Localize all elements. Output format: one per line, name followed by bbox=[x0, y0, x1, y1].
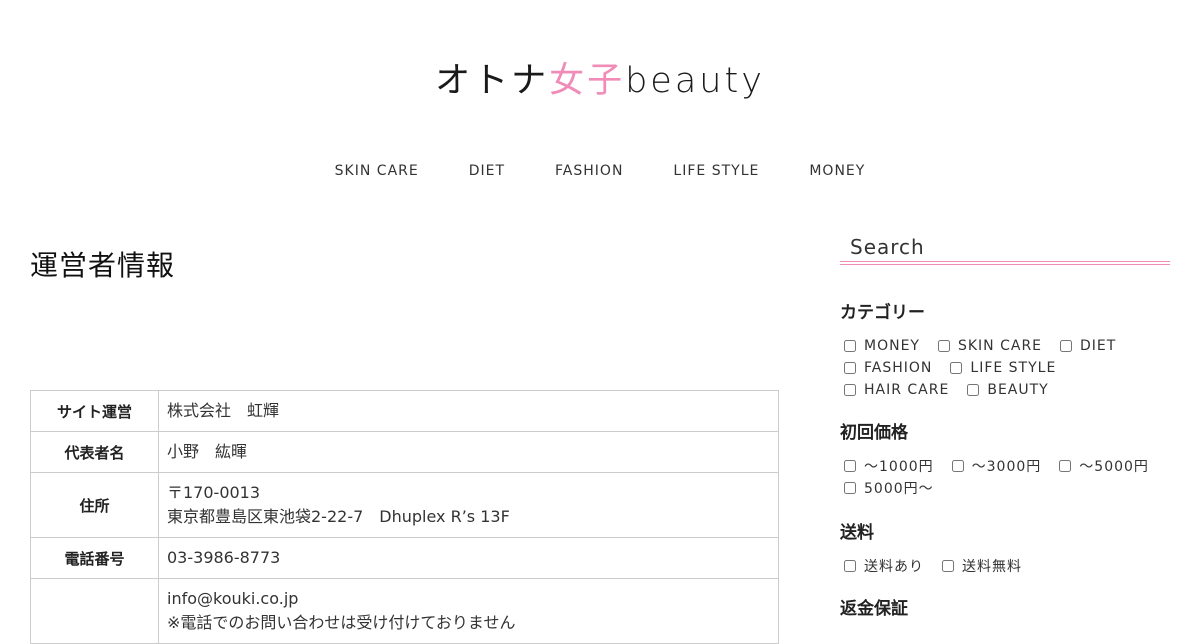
category-checkbox[interactable] bbox=[967, 384, 980, 396]
nav-item-money[interactable]: MONEY bbox=[809, 163, 865, 179]
shipping-option-paid[interactable]: 送料あり bbox=[840, 556, 924, 576]
category-checkbox[interactable] bbox=[844, 362, 856, 374]
table-cell-site: 株式会社 虹輝 bbox=[158, 390, 779, 432]
table-header-address: 住所 bbox=[30, 472, 159, 538]
price-filter: ～1000円 ～3000円 ～5000円 5000円～ bbox=[840, 455, 1170, 499]
category-checkbox[interactable] bbox=[950, 362, 963, 374]
site-logo[interactable]: オトナ女子beauty bbox=[0, 52, 1200, 103]
category-option-fashion[interactable]: FASHION bbox=[840, 360, 932, 376]
table-header-phone: 電話番号 bbox=[30, 537, 159, 579]
nav-item-life-style[interactable]: LIFE STYLE bbox=[673, 163, 759, 179]
price-option-5000-plus[interactable]: 5000円～ bbox=[840, 478, 934, 498]
nav-item-skin-care[interactable]: SKIN CARE bbox=[335, 163, 419, 179]
category-option-hair-care[interactable]: HAIR CARE bbox=[840, 382, 949, 398]
category-filter: MONEY SKIN CARE DIET FASHION LIFE STYLE … bbox=[840, 335, 1170, 401]
sidebar: カテゴリー MONEY SKIN CARE DIET FASHION LIFE … bbox=[840, 232, 1170, 619]
table-row: 電話番号 03-3986-8773 bbox=[30, 537, 779, 579]
shipping-heading: 送料 bbox=[840, 523, 874, 543]
category-option-life-style[interactable]: LIFE STYLE bbox=[946, 360, 1056, 376]
category-checkbox[interactable] bbox=[937, 340, 950, 352]
table-cell-phone: 03-3986-8773 bbox=[158, 537, 779, 579]
table-row: 代表者名 小野 紘暉 bbox=[30, 431, 779, 473]
email-address[interactable]: info@kouki.co.jp bbox=[167, 587, 770, 611]
page-title: 運営者情報 bbox=[30, 249, 176, 282]
price-checkbox[interactable] bbox=[844, 460, 856, 472]
table-cell-representative: 小野 紘暉 bbox=[158, 431, 779, 473]
refund-heading: 返金保証 bbox=[840, 599, 908, 619]
table-header-site: サイト運営 bbox=[30, 390, 159, 432]
category-checkbox[interactable] bbox=[1060, 340, 1073, 352]
table-header-email bbox=[30, 578, 159, 644]
address-postal-code: 〒170-0013 bbox=[167, 483, 261, 502]
category-option-skin-care[interactable]: SKIN CARE bbox=[934, 338, 1042, 354]
search-underline bbox=[840, 264, 1170, 265]
price-checkbox[interactable] bbox=[1059, 460, 1072, 472]
shipping-checkbox[interactable] bbox=[942, 560, 954, 572]
shipping-checkbox[interactable] bbox=[844, 560, 856, 572]
category-heading: カテゴリー bbox=[840, 303, 925, 323]
nav-item-diet[interactable]: DIET bbox=[469, 163, 505, 179]
price-option-5000[interactable]: ～5000円 bbox=[1055, 456, 1149, 476]
table-row: info@kouki.co.jp ※電話でのお問い合わせは受け付けておりません bbox=[30, 578, 779, 644]
logo-text-joshi: 女子 bbox=[549, 61, 626, 101]
price-option-3000[interactable]: ～3000円 bbox=[948, 456, 1042, 476]
search-input[interactable] bbox=[840, 232, 1170, 262]
address-street: 東京都豊島区東池袋2-22-7 Dhuplex R’s 13F bbox=[167, 507, 510, 526]
logo-text-beauty: beauty bbox=[625, 61, 765, 101]
search-underline bbox=[840, 261, 1170, 262]
main-nav: SKIN CARE DIET FASHION LIFE STYLE MONEY bbox=[0, 163, 1200, 179]
table-row: 住所 〒170-0013 東京都豊島区東池袋2-22-7 Dhuplex R’s… bbox=[30, 472, 779, 538]
price-heading: 初回価格 bbox=[840, 423, 908, 443]
operator-info-table: サイト運営 株式会社 虹輝 代表者名 小野 紘暉 住所 〒170-0013 東京… bbox=[30, 390, 779, 644]
shipping-option-free[interactable]: 送料無料 bbox=[938, 556, 1022, 576]
shipping-filter: 送料あり 送料無料 bbox=[840, 555, 1170, 577]
category-option-beauty[interactable]: BEAUTY bbox=[963, 382, 1048, 398]
category-checkbox[interactable] bbox=[844, 384, 856, 396]
price-checkbox[interactable] bbox=[844, 482, 856, 494]
search-box bbox=[840, 232, 1170, 266]
table-header-representative: 代表者名 bbox=[30, 431, 159, 473]
logo-text-otona: オトナ bbox=[435, 61, 550, 101]
table-row: サイト運営 株式会社 虹輝 bbox=[30, 390, 779, 432]
price-checkbox[interactable] bbox=[951, 460, 964, 472]
table-cell-address: 〒170-0013 東京都豊島区東池袋2-22-7 Dhuplex R’s 13… bbox=[158, 472, 779, 538]
category-checkbox[interactable] bbox=[844, 340, 856, 352]
category-option-money[interactable]: MONEY bbox=[840, 338, 920, 354]
category-option-diet[interactable]: DIET bbox=[1056, 338, 1116, 354]
price-option-1000[interactable]: ～1000円 bbox=[840, 456, 934, 476]
table-cell-email: info@kouki.co.jp ※電話でのお問い合わせは受け付けておりません bbox=[158, 578, 779, 644]
nav-item-fashion[interactable]: FASHION bbox=[555, 163, 623, 179]
email-note: ※電話でのお問い合わせは受け付けておりません bbox=[167, 613, 516, 632]
